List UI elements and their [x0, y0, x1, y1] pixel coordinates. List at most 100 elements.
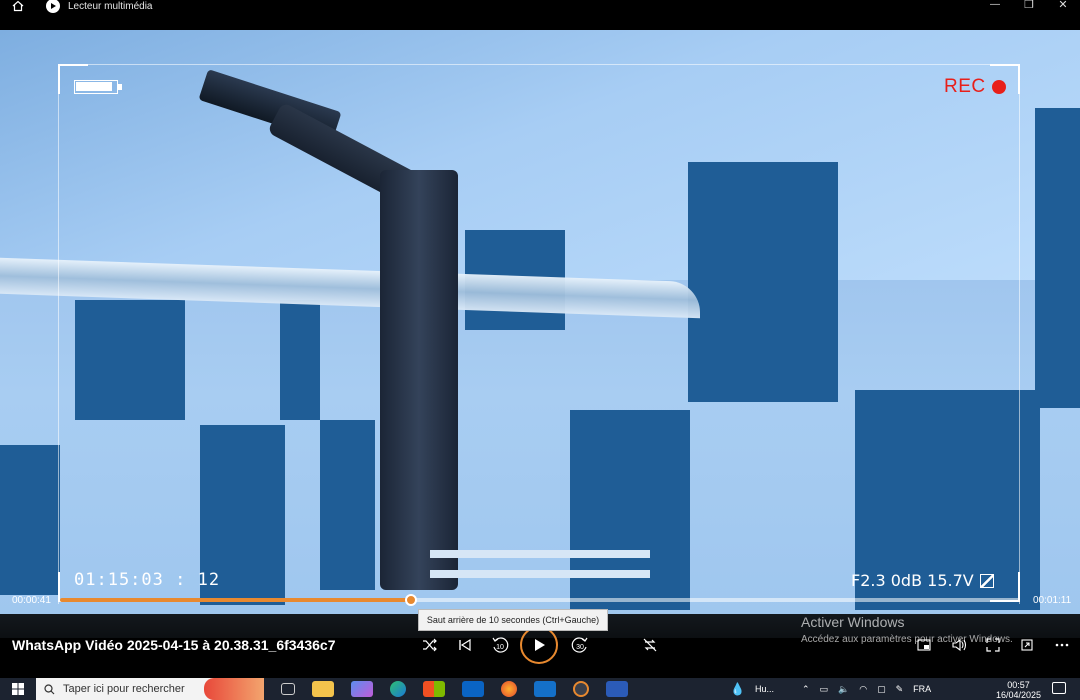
close-button[interactable]: ✕ [1046, 0, 1080, 14]
window-controls: — ❐ ✕ [978, 0, 1080, 14]
rec-label: REC [944, 76, 986, 97]
battery-icon [74, 80, 118, 94]
video-tile [0, 445, 60, 595]
video-tile [75, 300, 185, 420]
speaker-tray-icon[interactable]: 🔈 [838, 684, 849, 695]
clock-time: 00:57 [1007, 680, 1030, 690]
task-view-icon[interactable] [281, 683, 295, 695]
search-placeholder: Taper ici pour rechercher [63, 683, 185, 695]
video-shelf [430, 550, 650, 558]
more-icon [1055, 643, 1069, 647]
volume-icon [952, 638, 967, 652]
miniplayer-button[interactable] [913, 636, 935, 654]
camera-timecode: 01:15:03 : 12 [74, 570, 221, 590]
meet-icon[interactable]: ▢ [877, 684, 886, 695]
activate-subtitle: Accédez aux paramètres pour activer Wind… [801, 634, 1013, 645]
system-tray: 💧 Hu... ⌃ ▭ 🔈 ◠ ▢ ✎ FRA [730, 678, 931, 700]
media-player-window: Lecteur multimédia — ❐ ✕ REC 01:15:03: … [0, 0, 1080, 700]
skip-forward-label: 30 [576, 644, 584, 651]
battery-fill [76, 82, 112, 91]
clock-date: 16/04/2025 [996, 690, 1042, 700]
video-tile [320, 420, 375, 590]
chevron-up-icon[interactable]: ⌃ [802, 684, 810, 695]
battery-tip [118, 84, 122, 90]
fullscreen-button[interactable] [982, 636, 1004, 654]
store-icon[interactable] [423, 681, 445, 697]
skip-back-tooltip: Saut arrière de 10 secondes (Ctrl+Gauche… [418, 609, 608, 631]
play-button[interactable] [520, 626, 558, 664]
rec-indicator: REC [944, 76, 1006, 98]
total-time: 00:01:11 [1033, 595, 1072, 606]
skip-back-icon: 10 [492, 637, 509, 653]
wifi-icon[interactable]: ◠ [859, 684, 867, 695]
viewfinder-line [58, 64, 59, 604]
video-tile [688, 162, 838, 402]
seek-bar[interactable] [60, 598, 1020, 602]
taskbar-search[interactable]: Taper ici pour rechercher [36, 678, 264, 700]
video-shelf [430, 570, 650, 578]
pen-icon[interactable]: ✎ [896, 684, 904, 695]
cast-icon [1021, 639, 1033, 651]
copilot-icon[interactable] [351, 681, 373, 697]
skip-forward-icon: 30 [571, 637, 588, 653]
title-bar: Lecteur multimédia — ❐ ✕ [0, 0, 1080, 30]
miniplayer-icon [917, 639, 931, 651]
weather-icon[interactable]: 💧 [730, 682, 745, 696]
video-tile [280, 300, 320, 420]
camera-mode-icon [979, 573, 994, 588]
skip-back-label: 10 [496, 644, 504, 651]
volume-button[interactable] [948, 636, 970, 654]
language-indicator[interactable]: FRA [913, 684, 931, 694]
fullscreen-icon [986, 638, 1000, 652]
edge-icon[interactable] [390, 681, 406, 697]
home-button[interactable] [0, 0, 36, 16]
activate-title: Activer Windows [801, 614, 905, 630]
maximize-icon: ❐ [1024, 0, 1034, 11]
viewfinder-line [1019, 64, 1020, 604]
close-icon: ✕ [1058, 0, 1068, 11]
rec-dot-icon [991, 80, 1006, 94]
minimize-icon: — [990, 0, 1000, 10]
viewfinder-line [58, 64, 1020, 65]
file-explorer-icon[interactable] [312, 681, 334, 697]
media-title: WhatsApp Vidéo 2025-04-15 à 20.38.31_6f3… [12, 637, 336, 653]
video-tile [570, 410, 690, 610]
repeat-off-icon [643, 638, 657, 652]
windows-taskbar: Taper ici pour rechercher 💧 Hu... ⌃ ▭ 🔈 … [0, 678, 1080, 700]
firefox-icon[interactable] [501, 681, 517, 697]
word-icon[interactable] [606, 681, 628, 697]
minimize-button[interactable]: — [978, 0, 1012, 14]
previous-button[interactable] [451, 631, 479, 659]
repeat-button[interactable] [636, 631, 664, 659]
shuffle-button[interactable] [416, 631, 444, 659]
taskbar-clock[interactable]: 00:57 16/04/2025 [996, 680, 1041, 700]
elapsed-time: 00:00:41 [12, 595, 51, 606]
weather-label[interactable]: Hu... [755, 684, 774, 694]
skip-back-button[interactable]: 10 [486, 631, 514, 659]
skip-forward-button[interactable]: 30 [566, 631, 594, 659]
play-icon [535, 639, 545, 651]
mail-icon[interactable] [534, 681, 556, 697]
shuffle-icon [423, 638, 437, 652]
window-title: Lecteur multimédia [68, 0, 153, 12]
outlook-icon[interactable] [462, 681, 484, 697]
notifications-icon[interactable] [1052, 682, 1066, 694]
maximize-button[interactable]: ❐ [1012, 0, 1046, 14]
seek-thumb[interactable] [405, 594, 418, 606]
previous-icon [459, 638, 471, 652]
home-icon [12, 0, 24, 12]
video-tile [1035, 108, 1080, 408]
video-surface[interactable]: REC 01:15:03 : 12 F2.3 0dB 15.7V [0, 30, 1080, 638]
activate-windows-watermark: Activer Windows Accédez aux paramètres p… [801, 614, 1013, 645]
app-icon [46, 0, 60, 13]
video-shower-panel [380, 170, 458, 590]
more-options-button[interactable] [1051, 636, 1073, 654]
cast-button[interactable] [1016, 636, 1038, 654]
seek-bar-fill [60, 598, 412, 602]
windows-icon [12, 683, 24, 695]
search-icon [44, 683, 55, 694]
battery-tray-icon[interactable]: ▭ [820, 684, 829, 695]
start-button[interactable] [0, 678, 36, 700]
search-highlight-image [204, 678, 264, 700]
media-player-icon[interactable] [573, 681, 589, 697]
